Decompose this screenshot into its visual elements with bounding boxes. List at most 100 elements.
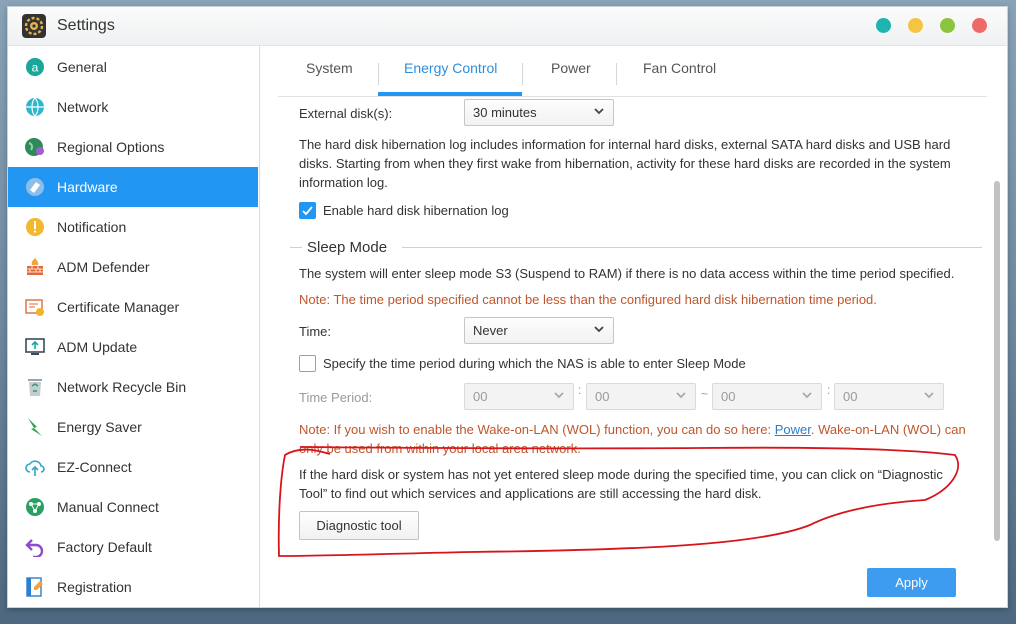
- sleep-mode-description: The system will enter sleep mode S3 (Sus…: [299, 266, 955, 281]
- sidebar-item-registration[interactable]: Registration: [8, 567, 258, 607]
- main-content: System Energy Control Power Fan Control …: [260, 46, 1007, 607]
- settings-app-icon: [22, 14, 46, 38]
- tab-system[interactable]: System: [306, 60, 353, 76]
- chevron-down-icon: [802, 392, 812, 399]
- specify-period-checkbox[interactable]: [299, 355, 316, 372]
- sidebar-item-label: Notification: [57, 219, 127, 235]
- tab-divider: [278, 96, 987, 97]
- sidebar-item-network-recycle-bin[interactable]: Network Recycle Bin: [8, 367, 258, 407]
- recycle-bin-icon: [25, 377, 45, 397]
- minimize-button[interactable]: [908, 18, 923, 33]
- start-hour-select[interactable]: 00: [464, 383, 574, 410]
- sidebar-item-network[interactable]: Network: [8, 87, 258, 127]
- lightning-icon: [25, 417, 45, 437]
- wol-note: Note: If you wish to enable the Wake-on-…: [299, 420, 969, 458]
- sidebar-item-label: Factory Default: [57, 539, 152, 555]
- network-nodes-icon: [25, 497, 45, 517]
- time-range-tilde: ~: [701, 387, 709, 401]
- settings-window: Settings a General Network Regional Opti…: [7, 6, 1008, 608]
- section-rule-left: [290, 247, 302, 248]
- chevron-down-icon: [676, 392, 686, 399]
- tab-power[interactable]: Power: [551, 60, 591, 76]
- sidebar-item-hardware[interactable]: Hardware: [8, 167, 258, 207]
- sidebar-item-label: Network: [57, 99, 109, 115]
- sleep-time-value: Never: [473, 323, 508, 338]
- hibernation-log-description: The hard disk hibernation log includes i…: [299, 137, 951, 190]
- hibernation-log-checkbox-label[interactable]: Enable hard disk hibernation log: [323, 203, 509, 218]
- specify-period-label[interactable]: Specify the time period during which the…: [323, 356, 746, 371]
- time-label: Time:: [299, 324, 332, 339]
- maximize-button[interactable]: [940, 18, 955, 33]
- sidebar-item-label: General: [57, 59, 107, 75]
- certificate-icon: [25, 297, 45, 317]
- regional-globe-icon: [25, 137, 45, 157]
- registration-icon: [25, 577, 45, 597]
- sidebar-item-certificate-manager[interactable]: Certificate Manager: [8, 287, 258, 327]
- sidebar-item-label: Energy Saver: [57, 419, 142, 435]
- sidebar-item-label: Certificate Manager: [57, 299, 180, 315]
- sidebar-item-ez-connect[interactable]: EZ-Connect: [8, 447, 258, 487]
- external-disk-label: External disk(s):: [299, 106, 393, 121]
- sidebar-item-label: EZ-Connect: [57, 459, 132, 475]
- sleep-mode-note: Note: The time period specified cannot b…: [299, 292, 877, 307]
- tab-separator: [616, 63, 617, 85]
- hardware-icon: [25, 177, 45, 197]
- diagnostic-tool-button[interactable]: Diagnostic tool: [299, 511, 419, 540]
- sidebar-item-adm-update[interactable]: ADM Update: [8, 327, 258, 367]
- hibernation-log-checkbox[interactable]: [299, 202, 316, 219]
- globe-icon: [25, 97, 45, 117]
- tab-energy-control[interactable]: Energy Control: [404, 60, 497, 76]
- undo-arrow-icon: [25, 537, 45, 559]
- sidebar-item-manual-connect[interactable]: Manual Connect: [8, 487, 258, 527]
- tab-separator: [378, 63, 379, 85]
- sidebar: a General Network Regional Options Hardw…: [8, 46, 260, 607]
- close-button[interactable]: [972, 18, 987, 33]
- sidebar-item-label: ADM Update: [57, 339, 138, 355]
- sleep-time-select[interactable]: Never: [464, 317, 614, 344]
- sidebar-item-label: Hardware: [57, 179, 118, 195]
- time-colon: :: [827, 383, 831, 397]
- end-minute-value: 00: [843, 389, 858, 404]
- sidebar-item-energy-saver[interactable]: Energy Saver: [8, 407, 258, 447]
- chevron-down-icon: [594, 108, 604, 115]
- start-minute-select[interactable]: 00: [586, 383, 696, 410]
- sidebar-item-label: Manual Connect: [57, 499, 159, 515]
- firewall-icon: [25, 257, 45, 277]
- end-hour-select[interactable]: 00: [712, 383, 822, 410]
- start-minute-value: 00: [595, 389, 610, 404]
- sidebar-item-factory-default[interactable]: Factory Default: [8, 527, 258, 567]
- apply-button[interactable]: Apply: [867, 568, 956, 597]
- time-colon: :: [578, 383, 582, 397]
- external-disk-value: 30 minutes: [473, 105, 537, 120]
- sleep-mode-title: Sleep Mode: [307, 239, 388, 256]
- teal-window-button[interactable]: [876, 18, 891, 33]
- time-period-label: Time Period:: [299, 390, 373, 405]
- tab-bar: System Energy Control Power Fan Control: [260, 46, 987, 97]
- exclamation-icon: [25, 217, 45, 237]
- svg-text:a: a: [32, 61, 39, 75]
- sidebar-item-general[interactable]: a General: [8, 47, 258, 87]
- wol-note-prefix: Note: If you wish to enable the Wake-on-…: [299, 422, 775, 437]
- diagnostic-description: If the hard disk or system has not yet e…: [299, 467, 943, 501]
- update-monitor-icon: [25, 337, 45, 357]
- power-link[interactable]: Power: [775, 422, 811, 437]
- tab-fan-control[interactable]: Fan Control: [643, 60, 716, 76]
- sidebar-item-regional-options[interactable]: Regional Options: [8, 127, 258, 167]
- start-hour-value: 00: [473, 389, 488, 404]
- checkmark-icon: [302, 206, 313, 216]
- sidebar-item-label: Network Recycle Bin: [57, 379, 187, 395]
- tab-separator: [522, 63, 523, 85]
- sidebar-item-adm-defender[interactable]: ADM Defender: [8, 247, 258, 287]
- chevron-down-icon: [554, 392, 564, 399]
- end-hour-value: 00: [721, 389, 736, 404]
- section-rule-right: [402, 247, 982, 248]
- vertical-scrollbar[interactable]: [994, 181, 1000, 541]
- sidebar-item-notification[interactable]: Notification: [8, 207, 258, 247]
- window-title: Settings: [57, 17, 115, 34]
- general-icon: a: [25, 57, 45, 77]
- chevron-down-icon: [594, 326, 604, 333]
- end-minute-select[interactable]: 00: [834, 383, 944, 410]
- external-disk-select[interactable]: 30 minutes: [464, 99, 614, 126]
- sidebar-item-label: ADM Defender: [57, 259, 150, 275]
- title-bar: Settings: [8, 7, 1007, 46]
